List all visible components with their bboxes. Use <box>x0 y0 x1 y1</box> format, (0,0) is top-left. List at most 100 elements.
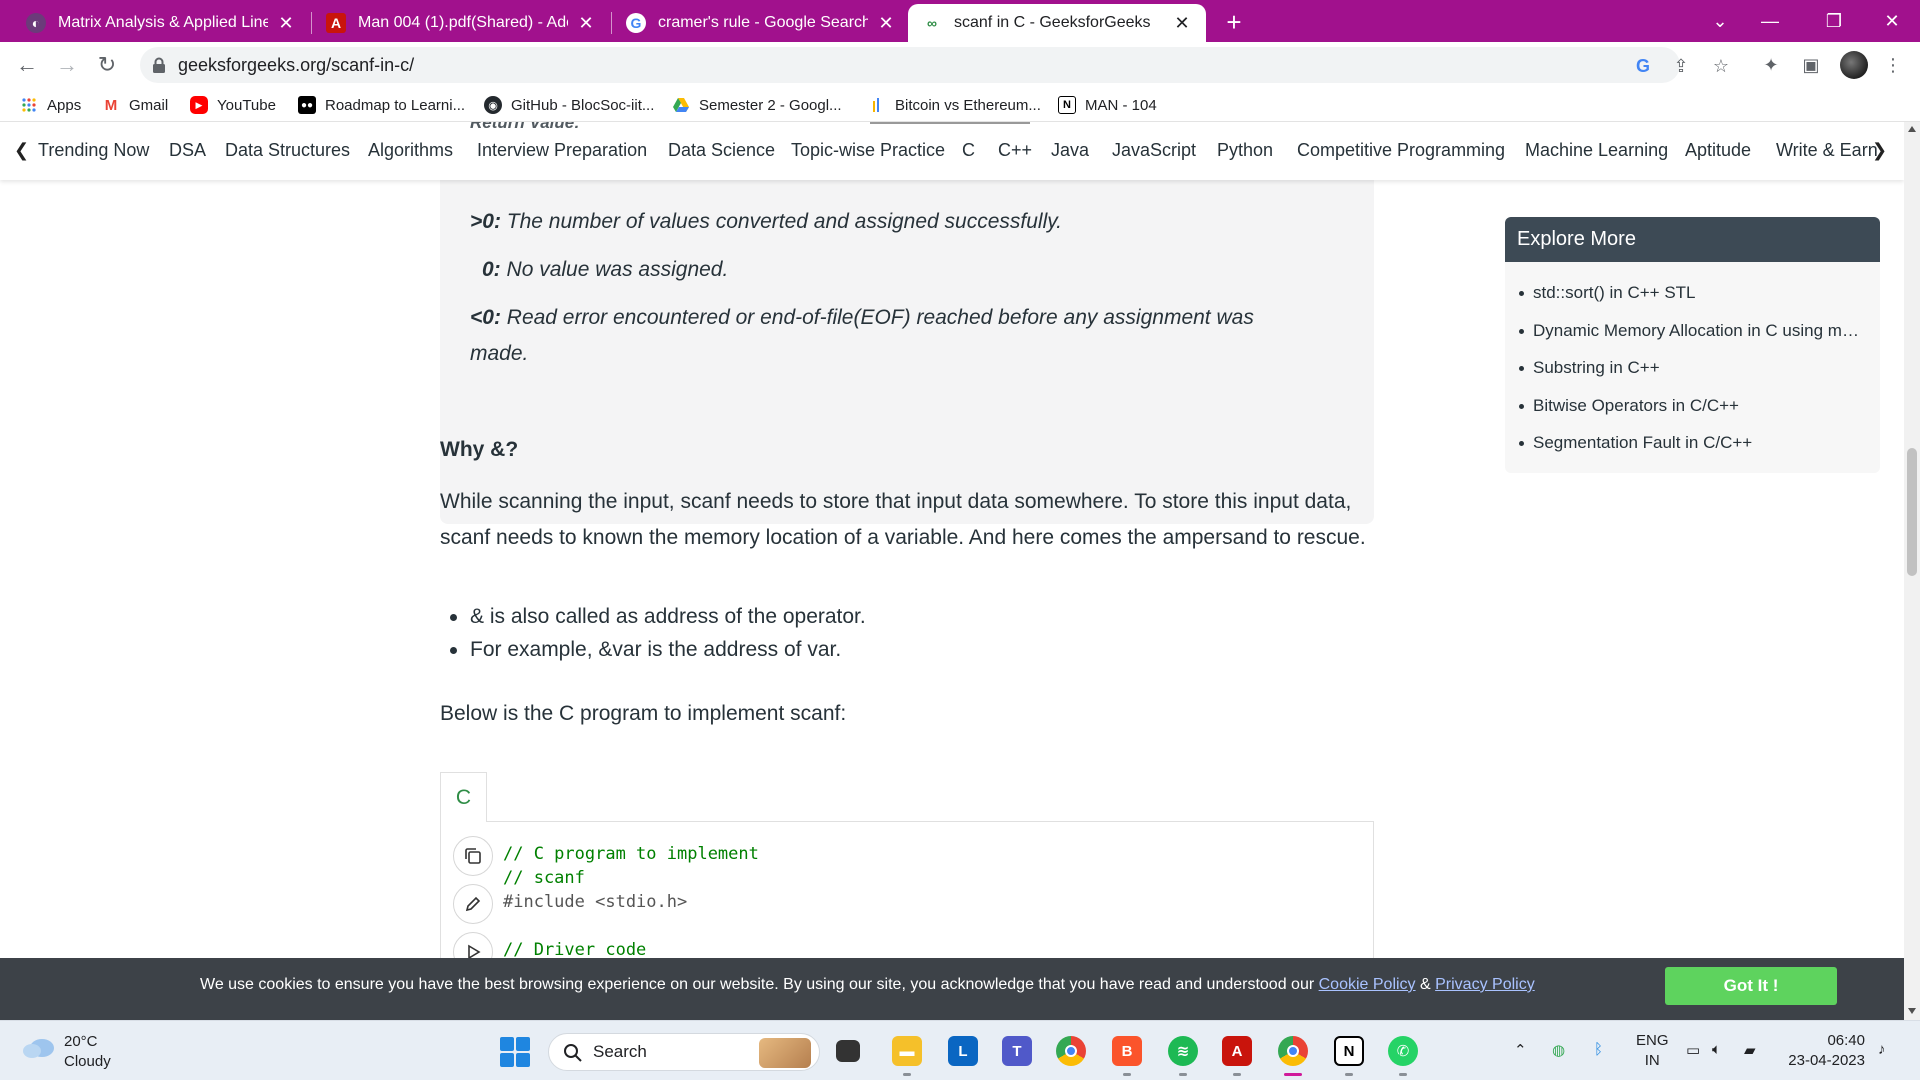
nav-item-data-science[interactable]: Data Science <box>668 140 775 161</box>
nav-item-python[interactable]: Python <box>1217 140 1273 161</box>
scrollbar-thumb[interactable] <box>1907 448 1917 576</box>
chrome-icon[interactable] <box>1056 1036 1086 1066</box>
share-icon[interactable]: ⇪ <box>1670 55 1692 77</box>
teams-icon[interactable]: T <box>1002 1036 1032 1066</box>
weather-description[interactable]: Cloudy <box>64 1053 111 1070</box>
close-icon[interactable]: ✕ <box>876 13 896 34</box>
chevron-up-icon[interactable]: ⌃ <box>1514 1041 1527 1059</box>
cloud-icon[interactable] <box>22 1036 56 1058</box>
nav-item-dsa[interactable]: DSA <box>169 140 206 161</box>
bookmark-roadmap[interactable]: ●● Roadmap to Learni... <box>298 94 465 116</box>
nav-item-topic-wise-practice[interactable]: Topic-wise Practice <box>791 140 945 161</box>
return-code: >0: <box>470 210 501 233</box>
nav-item-machine-learning[interactable]: Machine Learning <box>1525 140 1668 161</box>
wifi-icon[interactable]: ▭ <box>1686 1041 1700 1059</box>
url-text: geeksforgeeks.org/scanf-in-c/ <box>178 54 415 75</box>
close-icon[interactable]: ✕ <box>276 13 296 34</box>
file-explorer-icon[interactable]: ▬ <box>892 1036 922 1066</box>
code-line: #include <stdio.h> <box>503 892 688 912</box>
tab-google-search[interactable]: G cramer's rule - Google Search ✕ <box>612 4 910 42</box>
nav-item-interview-preparation[interactable]: Interview Preparation <box>477 140 647 161</box>
code-language-tab[interactable]: C <box>440 772 487 822</box>
address-bar[interactable]: geeksforgeeks.org/scanf-in-c/ G ⇪ ☆ <box>140 47 1729 83</box>
task-view-icon[interactable] <box>836 1040 860 1062</box>
explore-link[interactable]: Substring in C++ <box>1517 349 1867 387</box>
nav-item-algorithms[interactable]: Algorithms <box>368 140 453 161</box>
tab-search-icon[interactable]: ⌄ <box>1692 0 1748 42</box>
tab-title: Man 004 (1).pdf(Shared) - Adobe <box>358 14 568 31</box>
bookmark-bitcoin[interactable]: Bitcoin vs Ethereum... <box>868 94 1041 116</box>
taskbar-search[interactable]: Search <box>548 1033 820 1071</box>
windows-start-icon[interactable] <box>500 1037 530 1067</box>
nav-item-c[interactable]: C <box>962 140 975 161</box>
google-lens-icon[interactable]: G <box>1632 55 1654 77</box>
avatar[interactable] <box>1840 51 1868 79</box>
nav-item-competitive-programming[interactable]: Competitive Programming <box>1297 140 1505 161</box>
bookmark-gmail[interactable]: M Gmail <box>102 94 168 116</box>
tab-geeksforgeeks[interactable]: ∞ scanf in C - GeeksforGeeks ✕ <box>908 4 1206 42</box>
menu-icon[interactable]: ⋮ <box>1882 54 1904 76</box>
chevron-right-icon[interactable]: ❯ <box>1872 140 1887 161</box>
volume-icon[interactable]: 🔈︎ <box>1712 1041 1721 1058</box>
bookmark-label: MAN - 104 <box>1085 96 1157 114</box>
bookmark-drive[interactable]: Semester 2 - Googl... <box>672 94 842 116</box>
nav-item-cpp[interactable]: C++ <box>998 140 1032 161</box>
nav-item-trending-now[interactable]: Trending Now <box>38 140 149 161</box>
run-code-button[interactable] <box>453 932 493 958</box>
side-panel-icon[interactable]: ▣ <box>1800 54 1822 76</box>
page-scrollbar[interactable] <box>1904 122 1920 1020</box>
close-icon[interactable]: ✕ <box>1172 13 1192 34</box>
scroll-up-icon[interactable] <box>1908 126 1916 132</box>
brave-icon[interactable]: B <box>1112 1036 1142 1066</box>
notification-bell-icon[interactable]: ♪ <box>1878 1041 1886 1058</box>
new-tab-button[interactable]: + <box>1220 8 1248 36</box>
reload-icon[interactable]: ↻ <box>92 50 122 80</box>
tab-matrix-analysis[interactable]: ◐ Matrix Analysis & Applied Linear ✕ <box>12 4 310 42</box>
nav-item-write-earn[interactable]: Write & Earn <box>1776 140 1878 161</box>
bookmark-apps[interactable]: Apps <box>20 94 81 116</box>
nav-item-data-structures[interactable]: Data Structures <box>225 140 350 161</box>
forward-icon[interactable]: → <box>52 50 82 80</box>
nav-item-aptitude[interactable]: Aptitude <box>1685 140 1751 161</box>
lock-icon[interactable] <box>150 56 168 74</box>
running-indicator <box>1345 1073 1353 1076</box>
linkedin-learning-icon[interactable]: L <box>948 1036 978 1066</box>
back-icon[interactable]: ← <box>12 50 42 80</box>
explore-link[interactable]: Dynamic Memory Allocation in C using mal… <box>1517 312 1867 350</box>
bookmark-youtube[interactable]: ▶ YouTube <box>190 94 276 116</box>
close-icon[interactable]: ✕ <box>576 13 596 34</box>
nav-item-javascript[interactable]: JavaScript <box>1112 140 1196 161</box>
bookmark-github[interactable]: ◉ GitHub - BlocSoc-iit... <box>484 94 654 116</box>
extensions-icon[interactable]: ✦ <box>1760 54 1782 76</box>
privacy-policy-link[interactable]: Privacy Policy <box>1435 976 1535 993</box>
copy-code-button[interactable] <box>453 836 493 876</box>
acrobat-taskbar-icon[interactable]: A <box>1222 1036 1252 1066</box>
network-globe-icon[interactable]: ◍ <box>1552 1041 1565 1059</box>
bookmark-label: Apps <box>47 96 82 114</box>
explore-link[interactable]: std::sort() in C++ STL <box>1517 274 1867 312</box>
bookmark-man104[interactable]: N MAN - 104 <box>1058 94 1157 116</box>
weather-temperature[interactable]: 20°C <box>64 1033 98 1050</box>
restore-icon[interactable]: ❐ <box>1806 0 1862 42</box>
list-item: & is also called as address of the opera… <box>440 600 866 633</box>
bookmark-star-icon[interactable]: ☆ <box>1710 55 1732 77</box>
close-window-icon[interactable]: ✕ <box>1864 0 1920 42</box>
whatsapp-icon[interactable]: ✆ <box>1388 1036 1418 1066</box>
spotify-icon[interactable]: ≋ <box>1168 1036 1198 1066</box>
edit-code-button[interactable] <box>453 884 493 924</box>
notion-taskbar-icon[interactable]: N <box>1334 1036 1364 1066</box>
explore-link[interactable]: Bitwise Operators in C/C++ <box>1517 387 1867 425</box>
minimize-icon[interactable]: — <box>1742 0 1798 42</box>
scroll-down-icon[interactable] <box>1908 1008 1916 1014</box>
chrome-profile-icon[interactable] <box>1278 1036 1308 1066</box>
battery-icon[interactable]: ▰ <box>1744 1041 1756 1059</box>
clock[interactable]: 06:40 23-04-2023 <box>1785 1031 1865 1071</box>
nav-item-java[interactable]: Java <box>1051 140 1089 161</box>
cookie-policy-link[interactable]: Cookie Policy <box>1319 976 1416 993</box>
chevron-left-icon[interactable]: ❮ <box>14 140 29 161</box>
explore-link[interactable]: Segmentation Fault in C/C++ <box>1517 424 1867 462</box>
language-indicator[interactable]: ENG IN <box>1636 1031 1669 1071</box>
tab-adobe-pdf[interactable]: A Man 004 (1).pdf(Shared) - Adobe ✕ <box>312 4 610 42</box>
bluetooth-icon[interactable]: ᛒ <box>1594 1041 1603 1058</box>
got-it-button[interactable]: Got It ! <box>1665 967 1837 1005</box>
